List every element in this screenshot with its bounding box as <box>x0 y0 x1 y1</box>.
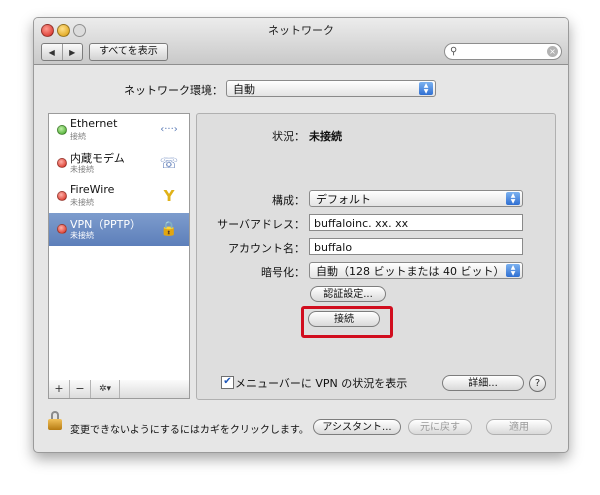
lock-instruction-text: 変更できないようにするにはカギをクリックします。 <box>70 425 309 436</box>
authentication-settings-button[interactable]: 認証設定... <box>310 286 386 302</box>
title-bar: ネットワーク ◀ ▶ すべてを表示 ⚲ × <box>34 18 568 65</box>
advanced-button[interactable]: 詳細... <box>442 375 524 391</box>
menubar-status-checkbox[interactable]: ✔ <box>221 376 234 389</box>
magnifier-icon: ⚲ <box>450 46 458 57</box>
location-value: 自動 <box>233 83 255 96</box>
service-item-modem[interactable]: 内蔵モデム 未接続 ☏ <box>49 147 189 180</box>
help-button[interactable]: ? <box>529 375 546 392</box>
vpn-settings-panel: 状況： 未接続 構成： デフォルト ▲ ▼ サーバアドレス： buffaloinc… <box>196 113 556 400</box>
menubar-status-label: メニューバーに VPN の状況を表示 <box>235 377 408 390</box>
ethernet-icon: ‹···› <box>160 124 178 135</box>
service-status: 未接続 <box>70 198 94 207</box>
popup-arrows-icon: ▲ ▼ <box>506 264 520 277</box>
apply-button[interactable]: 適用 <box>486 419 552 435</box>
service-status: 未接続 <box>70 231 94 240</box>
revert-button[interactable]: 元に戻す <box>408 419 472 435</box>
server-address-label: サーバアドレス： <box>217 218 305 231</box>
service-item-firewire[interactable]: FireWire 未接続 Y <box>49 180 189 213</box>
status-dot-red <box>57 224 67 234</box>
service-name: Ethernet <box>70 117 118 130</box>
forward-button[interactable]: ▶ <box>61 44 83 60</box>
popup-arrows-icon: ▲ ▼ <box>506 192 520 205</box>
service-list-toolbar: + − ✲▾ <box>48 380 190 399</box>
status-value: 未接続 <box>309 130 342 143</box>
vpn-lock-icon: 🔒 <box>160 221 178 237</box>
lock-icon[interactable] <box>48 411 62 431</box>
network-preferences-window: ネットワーク ◀ ▶ すべてを表示 ⚲ × ネットワーク環境： 自動 ▲ ▼ Et… <box>33 17 569 453</box>
service-status: 接続 <box>70 132 86 141</box>
location-popup[interactable]: 自動 ▲ ▼ <box>226 80 436 97</box>
location-label: ネットワーク環境： <box>124 84 223 97</box>
service-item-ethernet[interactable]: Ethernet 接続 ‹···› <box>49 114 189 147</box>
lock-body <box>48 419 62 430</box>
account-name-field[interactable]: buffalo <box>309 238 523 255</box>
status-dot-red <box>57 158 67 168</box>
add-service-button[interactable]: + <box>49 380 70 398</box>
service-status: 未接続 <box>70 165 94 174</box>
clear-search-icon[interactable]: × <box>547 46 558 57</box>
configuration-label: 構成： <box>272 194 305 207</box>
connect-button[interactable]: 接続 <box>308 311 380 327</box>
configuration-value: デフォルト <box>316 193 371 206</box>
encryption-popup[interactable]: 自動（128 ビットまたは 40 ビット） ▲ ▼ <box>309 262 523 279</box>
firewire-icon: Y <box>163 187 175 205</box>
back-button[interactable]: ◀ <box>42 44 62 60</box>
assistant-button[interactable]: アシスタント... <box>313 419 401 435</box>
gear-icon[interactable]: ✲▾ <box>91 380 120 398</box>
status-dot-green <box>57 125 67 135</box>
encryption-value: 自動（128 ビットまたは 40 ビット） <box>316 265 505 278</box>
service-name: FireWire <box>70 183 115 196</box>
search-field[interactable]: ⚲ × <box>444 43 562 60</box>
encryption-label: 暗号化： <box>261 266 305 279</box>
back-forward-control: ◀ ▶ <box>41 43 83 61</box>
status-dot-red <box>57 191 67 201</box>
account-name-label: アカウント名： <box>228 242 305 255</box>
server-address-field[interactable]: buffaloinc. xx. xx <box>309 214 523 231</box>
service-item-vpn[interactable]: VPN（PPTP） 未接続 🔒 <box>49 213 189 246</box>
popup-arrows-icon: ▲ ▼ <box>419 82 433 95</box>
phone-icon: ☏ <box>159 154 179 172</box>
show-all-button[interactable]: すべてを表示 <box>89 43 168 61</box>
remove-service-button[interactable]: − <box>70 380 91 398</box>
window-title: ネットワーク <box>268 24 334 37</box>
service-list: Ethernet 接続 ‹···› 内蔵モデム 未接続 ☏ FireWire 未… <box>48 113 190 382</box>
status-label: 状況： <box>272 130 305 143</box>
configuration-popup[interactable]: デフォルト ▲ ▼ <box>309 190 523 207</box>
